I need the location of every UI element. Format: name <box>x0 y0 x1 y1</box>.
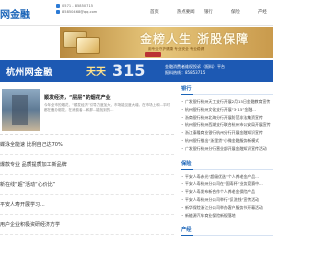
main-nav: 首页 热点要闻 银行 保险 产经 <box>150 9 273 15</box>
list-item[interactable]: 广发银行杭州天工支行开展2月15日金融教育宣传 <box>181 98 273 106</box>
featured-article[interactable]: 顺发经济，“层层”的烟花产业 今年全市的烟花，“顺发经济”引导力度加大，市场能见… <box>0 85 174 135</box>
list-item-title[interactable]: 蝶泳全能速 比例自己达70% <box>0 141 63 148</box>
list-item[interactable]: 新能源汽车商业保险新规落地 <box>181 212 273 220</box>
list-item[interactable]: 广发银行杭州分行营业部开展金融知识宣传活动 <box>181 145 273 153</box>
contact-info: 0571 - 85850715 85850468@qq.com <box>56 3 97 15</box>
list-item-title[interactable]: 平安人寿开展学习... <box>0 201 45 208</box>
list-item-title[interactable]: 爆款专业 品质提质加工新品牌 <box>0 161 67 168</box>
list-item[interactable]: 平安人寿杭州分公司举行“反洗钱”宣传活动 <box>181 196 273 204</box>
list-item[interactable]: 爆款专业 品质提质加工新品牌 <box>0 155 174 175</box>
list-item[interactable]: 浙江泰隆商业银行杭州分行开展金融知识宣传 <box>181 129 273 137</box>
list-item[interactable]: 平安人寿开展学习... <box>0 195 174 215</box>
insurance-section-title[interactable]: 保险 <box>181 160 273 170</box>
nav-item-home[interactable]: 首页 <box>150 9 177 15</box>
list-item[interactable]: 蝶泳全能速 比例自己达70% <box>0 135 174 155</box>
phone-number: 0571 - 85850715 <box>62 4 94 8</box>
site-logo[interactable]: 网金融 <box>0 6 30 21</box>
blue-ad-banner[interactable]: 杭州网金融 天天 315 金融消费者维权投诉（报料）平台 报料热线：858537… <box>0 60 273 82</box>
blue-banner-info-line2: 报料热线：85853715 <box>165 70 206 75</box>
page-root: 网金融 0571 - 85850715 85850468@qq.com 首页 热… <box>0 0 273 269</box>
bank-news-list: 广发银行杭州天工支行开展2月15日金融教育宣传 杭州银行杭州文化支行开展“3·1… <box>181 98 273 153</box>
nav-item-industry[interactable]: 产经 <box>258 9 273 15</box>
list-item-title[interactable]: 新在线“超”活动“心价比” <box>0 181 55 188</box>
featured-article-summary: 今年全市的烟花，“顺发经济”引导力度加大，市场能见度大增。在市场上和...平时都… <box>44 103 170 112</box>
list-item[interactable]: 杭州银行推出“浙里贷”小微金融服务新模式 <box>181 137 273 145</box>
bank-section-title[interactable]: 银行 <box>181 85 273 95</box>
list-item[interactable]: 平安人寿发布新合作个人养老金保险产品 <box>181 188 273 196</box>
featured-article-title[interactable]: 顺发经济，“层层”的烟花产业 <box>44 94 111 101</box>
mail-icon <box>56 10 60 14</box>
nav-item-bank[interactable]: 银行 <box>204 9 231 15</box>
gold-banner-headline: 金榜人生 浙股保障 <box>140 32 250 46</box>
phone-icon <box>56 4 60 8</box>
list-item[interactable]: 平安人寿杭州分公司在“国寿杯”业务竞赛中... <box>181 180 273 188</box>
list-item-title[interactable]: 用户企业积极资研经济方学 <box>0 221 60 228</box>
email-line: 85850468@qq.com <box>56 9 97 15</box>
email-address: 85850468@qq.com <box>62 10 98 14</box>
list-item[interactable]: 平安人寿赤光“超级优选”个人养老金产品... <box>181 173 273 181</box>
insurance-news-list: 平安人寿赤光“超级优选”个人养老金产品... 平安人寿杭州分公司在“国寿杯”业务… <box>181 173 273 220</box>
blue-banner-title: 杭州网金融 <box>6 68 53 78</box>
nav-item-insurance[interactable]: 保险 <box>231 9 258 15</box>
left-news-column: 顺发经济，“层层”的烟花产业 今年全市的烟花，“顺发经济”引导力度加大，市场能见… <box>0 85 174 235</box>
blue-banner-tiantian: 天天 <box>86 67 106 78</box>
list-item[interactable]: 杭州银行杭州文化支行开展“3·15”金融... <box>181 106 273 114</box>
industry-section-title[interactable]: 产经 <box>181 226 273 237</box>
top-header: 网金融 0571 - 85850715 85850468@qq.com 首页 热… <box>0 0 273 26</box>
list-item[interactable]: 用户企业积极资研经济方学 <box>0 215 174 235</box>
list-item[interactable]: 新华保险浙江分公司举办客户服务节开幕活动 <box>181 204 273 212</box>
list-item[interactable]: 杭州银行杭州西湖支行联合杭州市公安局开展宣传 <box>181 121 273 129</box>
blue-banner-info: 金融消费者维权投诉（报料）平台 报料热线：85853715 <box>165 64 225 76</box>
right-sidebar: 银行 广发银行杭州天工支行开展2月15日金融教育宣传 杭州银行杭州文化支行开展“… <box>181 85 273 243</box>
list-item[interactable]: 新在线“超”活动“心价比” <box>0 175 174 195</box>
industry-section: 产经 <box>181 226 273 237</box>
bank-section: 银行 广发银行杭州天工支行开展2月15日金融教育宣传 杭州银行杭州文化支行开展“… <box>181 85 273 153</box>
gold-ad-banner[interactable]: 金榜人生 浙股保障 用专业守护健康 专业安全 专业稳健 <box>60 27 273 58</box>
list-item[interactable]: 浙商银行杭州北海分行开展防范非法集资宣传 <box>181 114 273 122</box>
featured-article-thumbnail[interactable] <box>2 89 40 131</box>
blue-banner-315: 315 <box>112 61 146 80</box>
insurance-section: 保险 平安人寿赤光“超级优选”个人养老金产品... 平安人寿杭州分公司在“国寿杯… <box>181 160 273 220</box>
gold-banner-cta-button[interactable] <box>145 52 161 57</box>
nav-item-news[interactable]: 热点要闻 <box>177 9 204 15</box>
card-graphic-secondary <box>76 37 100 54</box>
